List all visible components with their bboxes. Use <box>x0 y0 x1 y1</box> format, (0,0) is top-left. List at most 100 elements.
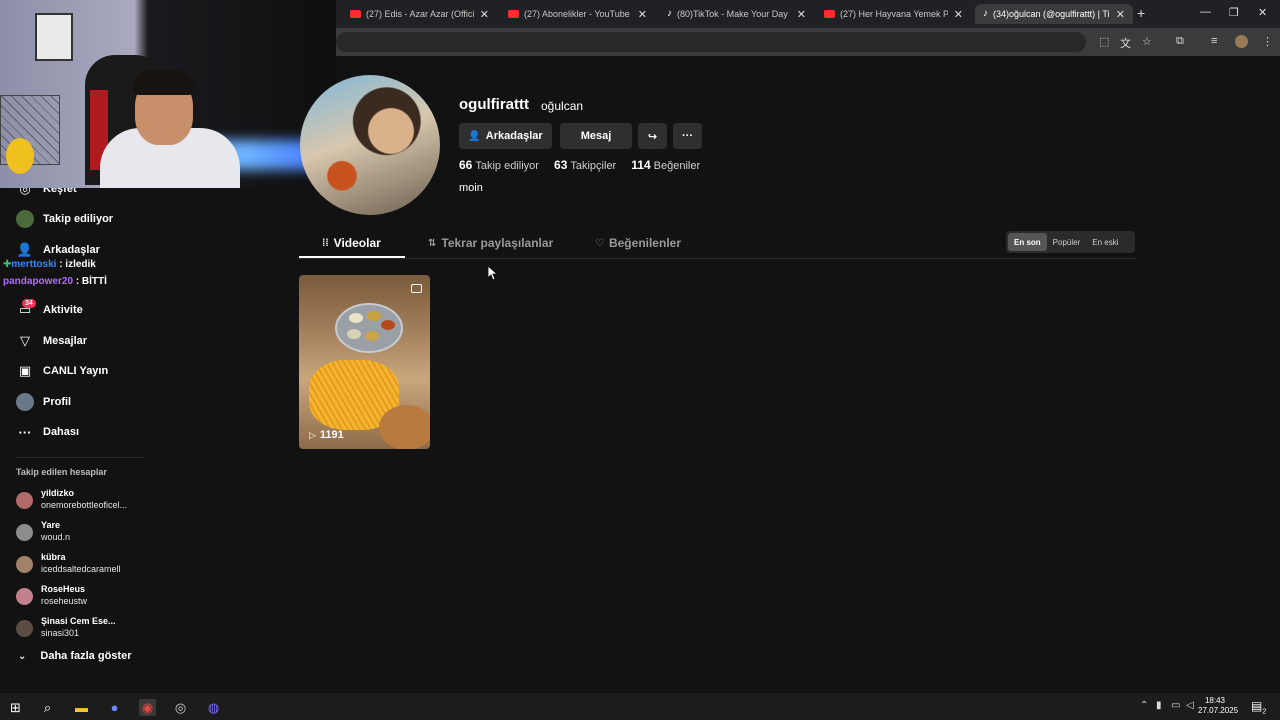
close-icon[interactable]: ✕ <box>1116 8 1125 21</box>
sidebar-item-more[interactable]: ··· Dahası <box>16 421 80 443</box>
sidebar-item-messages[interactable]: ▽ Mesajlar <box>16 330 87 352</box>
clock-time: 18:43 <box>1204 696 1226 705</box>
volume-icon[interactable]: ◁ <box>1186 700 1194 711</box>
chat-message: ✚merttoski : izledik <box>3 259 96 270</box>
microphone-icon[interactable]: ▮ <box>1156 700 1162 711</box>
repost-icon: ⇅ <box>428 237 437 249</box>
file-explorer-icon[interactable]: ▬ <box>73 699 90 716</box>
browser-tab[interactable]: (27) Edis - Azar Azar (Official Vi ✕ <box>342 4 497 24</box>
following-account[interactable]: RoseHeus roseheustw <box>16 584 151 612</box>
browser-profile-avatar[interactable] <box>1235 35 1248 48</box>
video-thumbnail[interactable]: ▷ 1191 <box>299 275 430 449</box>
account-handle: sinasi301 <box>41 628 80 638</box>
tab-reposts[interactable]: ⇅ Tekrar paylaşılanlar <box>428 236 553 250</box>
tab-title: (27) Abonelikler - YouTube <box>524 9 630 19</box>
account-handle: roseheustw <box>41 596 88 606</box>
grid-icon: ⁞⁞ <box>322 237 329 249</box>
live-icon: ▣ <box>18 363 32 378</box>
video-views: ▷ 1191 <box>309 429 344 441</box>
share-button[interactable]: ↪ <box>638 123 667 149</box>
close-icon[interactable]: ✕ <box>638 8 647 21</box>
tabs-divider <box>299 258 1136 259</box>
following-account[interactable]: kübra iceddsaltedcaramell <box>16 552 151 580</box>
bookmark-star-icon[interactable]: ☆ <box>1142 35 1152 48</box>
discord-icon[interactable]: ◍ <box>205 699 222 716</box>
close-icon[interactable]: ✕ <box>480 8 489 21</box>
photo-carousel-icon <box>411 284 422 293</box>
more-icon: ··· <box>682 130 693 142</box>
view-count: 1191 <box>319 429 344 441</box>
extensions-icon[interactable]: ⧉ <box>1176 35 1184 48</box>
app-icon[interactable]: ● <box>106 699 123 716</box>
sort-latest[interactable]: En son <box>1008 233 1047 251</box>
activity-badge: 34 <box>22 299 36 308</box>
install-app-icon[interactable]: ⬚ <box>1099 35 1109 48</box>
following-stat[interactable]: 66 Takip ediliyor <box>459 158 539 172</box>
more-options-button[interactable]: ··· <box>673 123 702 149</box>
account-name: RoseHeus <box>41 584 86 594</box>
account-name: Yare <box>41 520 61 530</box>
restore-icon[interactable]: ❐ <box>1229 6 1239 19</box>
reading-list-icon[interactable]: ≡ <box>1211 35 1217 47</box>
windows-start-icon[interactable]: ⊞ <box>7 699 24 716</box>
notification-icon[interactable]: ▤2 <box>1251 699 1266 715</box>
browser-tab[interactable]: ♪ (80)TikTok - Make Your Day ✕ <box>659 4 814 24</box>
sidebar-item-friends[interactable]: 👤 Arkadaşlar <box>16 239 100 261</box>
sidebar-item-label: Aktivite <box>43 304 83 316</box>
following-avatar-icon <box>16 210 34 228</box>
youtube-icon <box>350 10 361 18</box>
browser-tab[interactable]: (27) Abonelikler - YouTube ✕ <box>500 4 655 24</box>
window-close-icon[interactable]: ✕ <box>1258 6 1267 19</box>
chrome-icon[interactable]: ◉ <box>139 699 156 716</box>
profile-bio: moin <box>459 182 483 194</box>
more-icon: ··· <box>18 424 32 440</box>
sidebar-item-live[interactable]: ▣ CANLI Yayın <box>16 360 108 382</box>
translate-icon[interactable]: 文 <box>1120 35 1131 51</box>
close-icon[interactable]: ✕ <box>797 8 806 21</box>
profile-username: ogulfirattt <box>459 96 529 113</box>
message-button[interactable]: Mesaj <box>560 123 632 149</box>
sidebar-item-label: Takip ediliyor <box>43 213 114 225</box>
browser-tab-active[interactable]: ♪ (34)oğulcan (@ogulfirattt) | Tik ✕ <box>975 4 1133 24</box>
tab-title: (80)TikTok - Make Your Day <box>677 9 788 19</box>
button-label: Mesaj <box>580 130 612 142</box>
avatar <box>16 492 33 509</box>
minimize-icon[interactable]: — <box>1200 6 1211 18</box>
play-icon: ▷ <box>309 429 316 440</box>
tiktok-icon: ♪ <box>667 8 672 19</box>
chat-username: pandapower20 <box>3 276 74 287</box>
following-account[interactable]: Yare woud.n <box>16 520 151 548</box>
notification-count: 2 <box>1262 708 1267 716</box>
followers-stat[interactable]: 63 Takipçiler <box>554 158 616 172</box>
tab-title: (27) Edis - Azar Azar (Official Vi <box>366 9 474 19</box>
chevron-down-icon: ⌄ <box>18 650 27 662</box>
tab-liked[interactable]: ♡ Beğenilenler <box>595 236 681 250</box>
friends-button[interactable]: 👤 Arkadaşlar <box>459 123 552 149</box>
browser-menu-icon[interactable]: ⋮ <box>1262 35 1273 48</box>
obs-icon[interactable]: ◎ <box>172 699 189 716</box>
sidebar-item-profile[interactable]: Profil <box>16 391 71 413</box>
chat-username: merttoski <box>11 259 57 270</box>
show-more-button[interactable]: ⌄ Daha fazla göster <box>18 650 131 662</box>
likes-stat: 114 Beğeniler <box>631 158 701 172</box>
share-icon: ↪ <box>647 130 658 143</box>
webcam-overlay <box>0 0 336 188</box>
taskbar-clock[interactable]: 18:43 27.07.2025 <box>1198 696 1238 716</box>
search-icon[interactable]: ⌕ <box>39 699 56 716</box>
tab-videos[interactable]: ⁞⁞ Videolar <box>322 236 381 250</box>
close-icon[interactable]: ✕ <box>954 8 963 21</box>
chat-text: : BİTTİ <box>75 276 107 287</box>
following-account[interactable]: Şinasi Cem Ese... sinasi301 <box>16 616 151 644</box>
network-icon[interactable]: ▭ <box>1171 700 1180 711</box>
profile-avatar[interactable] <box>300 75 440 215</box>
sort-popular[interactable]: Popüler <box>1047 233 1087 251</box>
tray-chevron-icon[interactable]: ⌃ <box>1140 700 1148 711</box>
new-tab-icon[interactable]: + <box>1137 5 1145 21</box>
following-account[interactable]: yildizko onemorebottleoficel... <box>16 488 151 516</box>
sidebar-item-following[interactable]: Takip ediliyor <box>16 208 113 230</box>
profile-nickname: oğulcan <box>541 99 584 113</box>
address-bar[interactable] <box>336 32 1086 52</box>
browser-tab[interactable]: (27) Her Hayvana Yemek Pişirdi ✕ <box>816 4 971 24</box>
sort-oldest[interactable]: En eski <box>1086 233 1124 251</box>
heart-icon: ♡ <box>595 237 604 249</box>
